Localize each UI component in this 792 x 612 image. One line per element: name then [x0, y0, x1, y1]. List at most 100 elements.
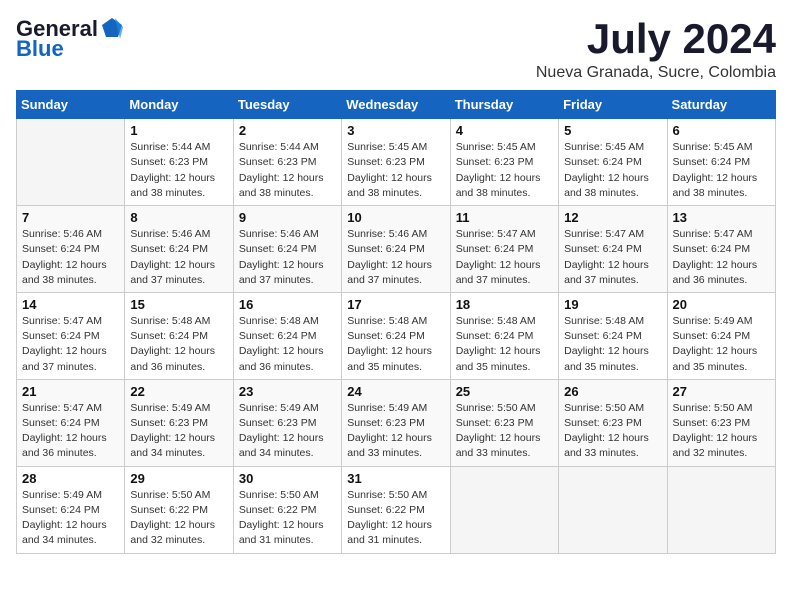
day-number: 15	[130, 297, 227, 312]
calendar-cell: 30 Sunrise: 5:50 AMSunset: 6:22 PMDayligh…	[233, 466, 341, 553]
page-title: July 2024	[536, 16, 776, 62]
day-info: Sunrise: 5:50 AMSunset: 6:22 PMDaylight:…	[347, 488, 444, 549]
calendar-cell: 20 Sunrise: 5:49 AMSunset: 6:24 PMDayligh…	[667, 292, 775, 379]
week-row-5: 28Sunrise: 5:49 AMSunset: 6:24 PMDayligh…	[17, 466, 776, 553]
calendar-cell: 8 Sunrise: 5:46 AMSunset: 6:24 PMDaylight…	[125, 206, 233, 293]
day-info: Sunrise: 5:48 AMSunset: 6:24 PMDaylight:…	[239, 314, 336, 375]
calendar-cell: 10 Sunrise: 5:46 AMSunset: 6:24 PMDayligh…	[342, 206, 450, 293]
calendar-cell: 2 Sunrise: 5:44 AMSunset: 6:23 PMDaylight…	[233, 119, 341, 206]
day-number: 9	[239, 210, 336, 225]
day-info: Sunrise: 5:47 AMSunset: 6:24 PMDaylight:…	[22, 401, 119, 462]
calendar-cell: 7 Sunrise: 5:46 AMSunset: 6:24 PMDaylight…	[17, 206, 125, 293]
calendar-cell: 29 Sunrise: 5:50 AMSunset: 6:22 PMDayligh…	[125, 466, 233, 553]
day-number: 16	[239, 297, 336, 312]
day-info: Sunrise: 5:44 AMSunset: 6:23 PMDaylight:…	[130, 140, 227, 201]
day-info: Sunrise: 5:49 AMSunset: 6:23 PMDaylight:…	[239, 401, 336, 462]
calendar-cell: 24 Sunrise: 5:49 AMSunset: 6:23 PMDayligh…	[342, 379, 450, 466]
calendar-cell: 9 Sunrise: 5:46 AMSunset: 6:24 PMDaylight…	[233, 206, 341, 293]
day-number: 27	[673, 384, 770, 399]
day-info: Sunrise: 5:46 AMSunset: 6:24 PMDaylight:…	[239, 227, 336, 288]
day-info: Sunrise: 5:50 AMSunset: 6:22 PMDaylight:…	[130, 488, 227, 549]
day-header-tuesday: Tuesday	[233, 91, 341, 119]
day-header-friday: Friday	[559, 91, 667, 119]
week-row-1: 1Sunrise: 5:44 AMSunset: 6:23 PMDaylight…	[17, 119, 776, 206]
day-info: Sunrise: 5:45 AMSunset: 6:23 PMDaylight:…	[347, 140, 444, 201]
logo-blue: Blue	[16, 36, 64, 62]
day-number: 22	[130, 384, 227, 399]
day-info: Sunrise: 5:48 AMSunset: 6:24 PMDaylight:…	[564, 314, 661, 375]
calendar-cell: 23 Sunrise: 5:49 AMSunset: 6:23 PMDayligh…	[233, 379, 341, 466]
calendar-cell	[559, 466, 667, 553]
day-number: 24	[347, 384, 444, 399]
day-number: 13	[673, 210, 770, 225]
page-header: General Blue July 2024 Nueva Granada, Su…	[16, 16, 776, 82]
calendar-cell	[17, 119, 125, 206]
calendar-cell: 12 Sunrise: 5:47 AMSunset: 6:24 PMDayligh…	[559, 206, 667, 293]
day-number: 5	[564, 123, 661, 138]
day-info: Sunrise: 5:47 AMSunset: 6:24 PMDaylight:…	[673, 227, 770, 288]
day-info: Sunrise: 5:48 AMSunset: 6:24 PMDaylight:…	[130, 314, 227, 375]
day-info: Sunrise: 5:49 AMSunset: 6:23 PMDaylight:…	[347, 401, 444, 462]
logo: General Blue	[16, 16, 123, 62]
calendar-cell: 26 Sunrise: 5:50 AMSunset: 6:23 PMDayligh…	[559, 379, 667, 466]
page-subtitle: Nueva Granada, Sucre, Colombia	[536, 64, 776, 82]
day-number: 11	[456, 210, 553, 225]
day-number: 20	[673, 297, 770, 312]
day-header-wednesday: Wednesday	[342, 91, 450, 119]
day-number: 21	[22, 384, 119, 399]
day-info: Sunrise: 5:46 AMSunset: 6:24 PMDaylight:…	[130, 227, 227, 288]
calendar-cell: 21 Sunrise: 5:47 AMSunset: 6:24 PMDayligh…	[17, 379, 125, 466]
calendar-table: SundayMondayTuesdayWednesdayThursdayFrid…	[16, 90, 776, 553]
day-number: 30	[239, 471, 336, 486]
day-number: 17	[347, 297, 444, 312]
day-info: Sunrise: 5:47 AMSunset: 6:24 PMDaylight:…	[564, 227, 661, 288]
day-number: 12	[564, 210, 661, 225]
calendar-cell: 16 Sunrise: 5:48 AMSunset: 6:24 PMDayligh…	[233, 292, 341, 379]
day-number: 7	[22, 210, 119, 225]
day-info: Sunrise: 5:46 AMSunset: 6:24 PMDaylight:…	[347, 227, 444, 288]
day-number: 4	[456, 123, 553, 138]
day-number: 19	[564, 297, 661, 312]
calendar-cell: 19 Sunrise: 5:48 AMSunset: 6:24 PMDayligh…	[559, 292, 667, 379]
week-row-2: 7 Sunrise: 5:46 AMSunset: 6:24 PMDaylight…	[17, 206, 776, 293]
day-info: Sunrise: 5:50 AMSunset: 6:23 PMDaylight:…	[564, 401, 661, 462]
day-number: 29	[130, 471, 227, 486]
calendar-cell: 5 Sunrise: 5:45 AMSunset: 6:24 PMDaylight…	[559, 119, 667, 206]
day-header-saturday: Saturday	[667, 91, 775, 119]
calendar-cell	[450, 466, 558, 553]
day-number: 31	[347, 471, 444, 486]
day-info: Sunrise: 5:46 AMSunset: 6:24 PMDaylight:…	[22, 227, 119, 288]
calendar-cell: 6Sunrise: 5:45 AMSunset: 6:24 PMDaylight…	[667, 119, 775, 206]
calendar-cell: 27 Sunrise: 5:50 AMSunset: 6:23 PMDayligh…	[667, 379, 775, 466]
calendar-cell: 11Sunrise: 5:47 AMSunset: 6:24 PMDayligh…	[450, 206, 558, 293]
day-number: 25	[456, 384, 553, 399]
day-info: Sunrise: 5:50 AMSunset: 6:23 PMDaylight:…	[456, 401, 553, 462]
day-info: Sunrise: 5:44 AMSunset: 6:23 PMDaylight:…	[239, 140, 336, 201]
day-info: Sunrise: 5:49 AMSunset: 6:24 PMDaylight:…	[22, 488, 119, 549]
day-number: 23	[239, 384, 336, 399]
day-info: Sunrise: 5:45 AMSunset: 6:24 PMDaylight:…	[564, 140, 661, 201]
day-info: Sunrise: 5:48 AMSunset: 6:24 PMDaylight:…	[456, 314, 553, 375]
calendar-cell: 31 Sunrise: 5:50 AMSunset: 6:22 PMDayligh…	[342, 466, 450, 553]
day-info: Sunrise: 5:45 AMSunset: 6:23 PMDaylight:…	[456, 140, 553, 201]
day-info: Sunrise: 5:48 AMSunset: 6:24 PMDaylight:…	[347, 314, 444, 375]
day-number: 10	[347, 210, 444, 225]
day-number: 2	[239, 123, 336, 138]
calendar-cell: 13 Sunrise: 5:47 AMSunset: 6:24 PMDayligh…	[667, 206, 775, 293]
calendar-cell: 14Sunrise: 5:47 AMSunset: 6:24 PMDayligh…	[17, 292, 125, 379]
day-number: 26	[564, 384, 661, 399]
day-info: Sunrise: 5:50 AMSunset: 6:23 PMDaylight:…	[673, 401, 770, 462]
calendar-cell: 25 Sunrise: 5:50 AMSunset: 6:23 PMDayligh…	[450, 379, 558, 466]
day-number: 3	[347, 123, 444, 138]
day-header-thursday: Thursday	[450, 91, 558, 119]
day-number: 18	[456, 297, 553, 312]
day-info: Sunrise: 5:50 AMSunset: 6:22 PMDaylight:…	[239, 488, 336, 549]
day-info: Sunrise: 5:49 AMSunset: 6:23 PMDaylight:…	[130, 401, 227, 462]
week-row-3: 14Sunrise: 5:47 AMSunset: 6:24 PMDayligh…	[17, 292, 776, 379]
day-number: 8	[130, 210, 227, 225]
calendar-cell: 1Sunrise: 5:44 AMSunset: 6:23 PMDaylight…	[125, 119, 233, 206]
calendar-cell: 4 Sunrise: 5:45 AMSunset: 6:23 PMDaylight…	[450, 119, 558, 206]
day-number: 6	[673, 123, 770, 138]
calendar-cell: 3 Sunrise: 5:45 AMSunset: 6:23 PMDaylight…	[342, 119, 450, 206]
day-info: Sunrise: 5:49 AMSunset: 6:24 PMDaylight:…	[673, 314, 770, 375]
